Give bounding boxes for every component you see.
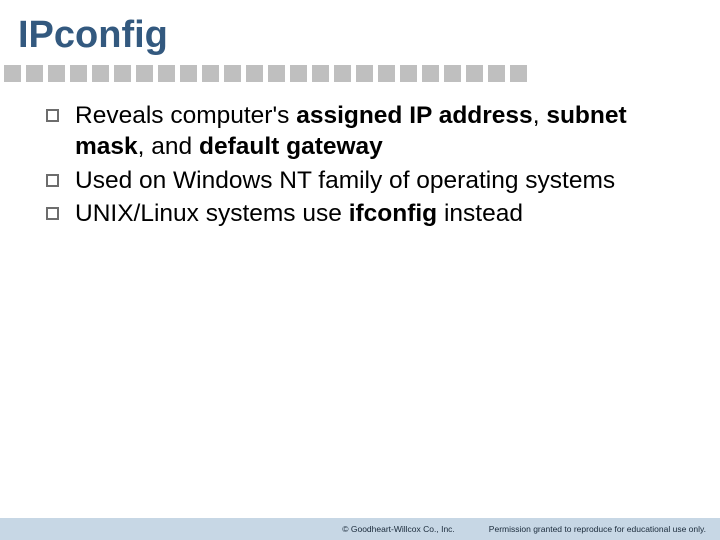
divider-square: [356, 65, 373, 82]
divider-square: [444, 65, 461, 82]
divider-square: [136, 65, 153, 82]
page-title: IPconfig: [0, 0, 720, 61]
divider-square: [202, 65, 219, 82]
bullet-list: Reveals computer's assigned IP address, …: [0, 100, 720, 231]
bullet-square-icon: [46, 109, 59, 122]
list-item: UNIX/Linux systems use ifconfig instead: [46, 198, 696, 229]
divider-squares: [0, 65, 720, 82]
divider-square: [290, 65, 307, 82]
divider-square: [180, 65, 197, 82]
footer-bar: © Goodheart-Willcox Co., Inc. Permission…: [0, 518, 720, 540]
divider-square: [488, 65, 505, 82]
divider-square: [378, 65, 395, 82]
divider-square: [114, 65, 131, 82]
divider-square: [510, 65, 527, 82]
footer-copyright: © Goodheart-Willcox Co., Inc.: [342, 524, 455, 534]
divider-square: [4, 65, 21, 82]
bullet-text: Reveals computer's assigned IP address, …: [75, 100, 696, 163]
divider-square: [400, 65, 417, 82]
divider-square: [158, 65, 175, 82]
divider-square: [26, 65, 43, 82]
divider-square: [48, 65, 65, 82]
slide-container: IPconfig Reveals computer's assigned IP …: [0, 0, 720, 540]
divider-square: [422, 65, 439, 82]
divider-square: [92, 65, 109, 82]
bullet-text: UNIX/Linux systems use ifconfig instead: [75, 198, 523, 229]
bullet-text: Used on Windows NT family of operating s…: [75, 165, 615, 196]
divider-square: [246, 65, 263, 82]
bullet-square-icon: [46, 174, 59, 187]
divider-square: [334, 65, 351, 82]
divider-square: [224, 65, 241, 82]
list-item: Reveals computer's assigned IP address, …: [46, 100, 696, 163]
list-item: Used on Windows NT family of operating s…: [46, 165, 696, 196]
divider-square: [312, 65, 329, 82]
footer-permission: Permission granted to reproduce for educ…: [489, 524, 706, 534]
divider-square: [268, 65, 285, 82]
divider-square: [466, 65, 483, 82]
divider-square: [70, 65, 87, 82]
bullet-square-icon: [46, 207, 59, 220]
